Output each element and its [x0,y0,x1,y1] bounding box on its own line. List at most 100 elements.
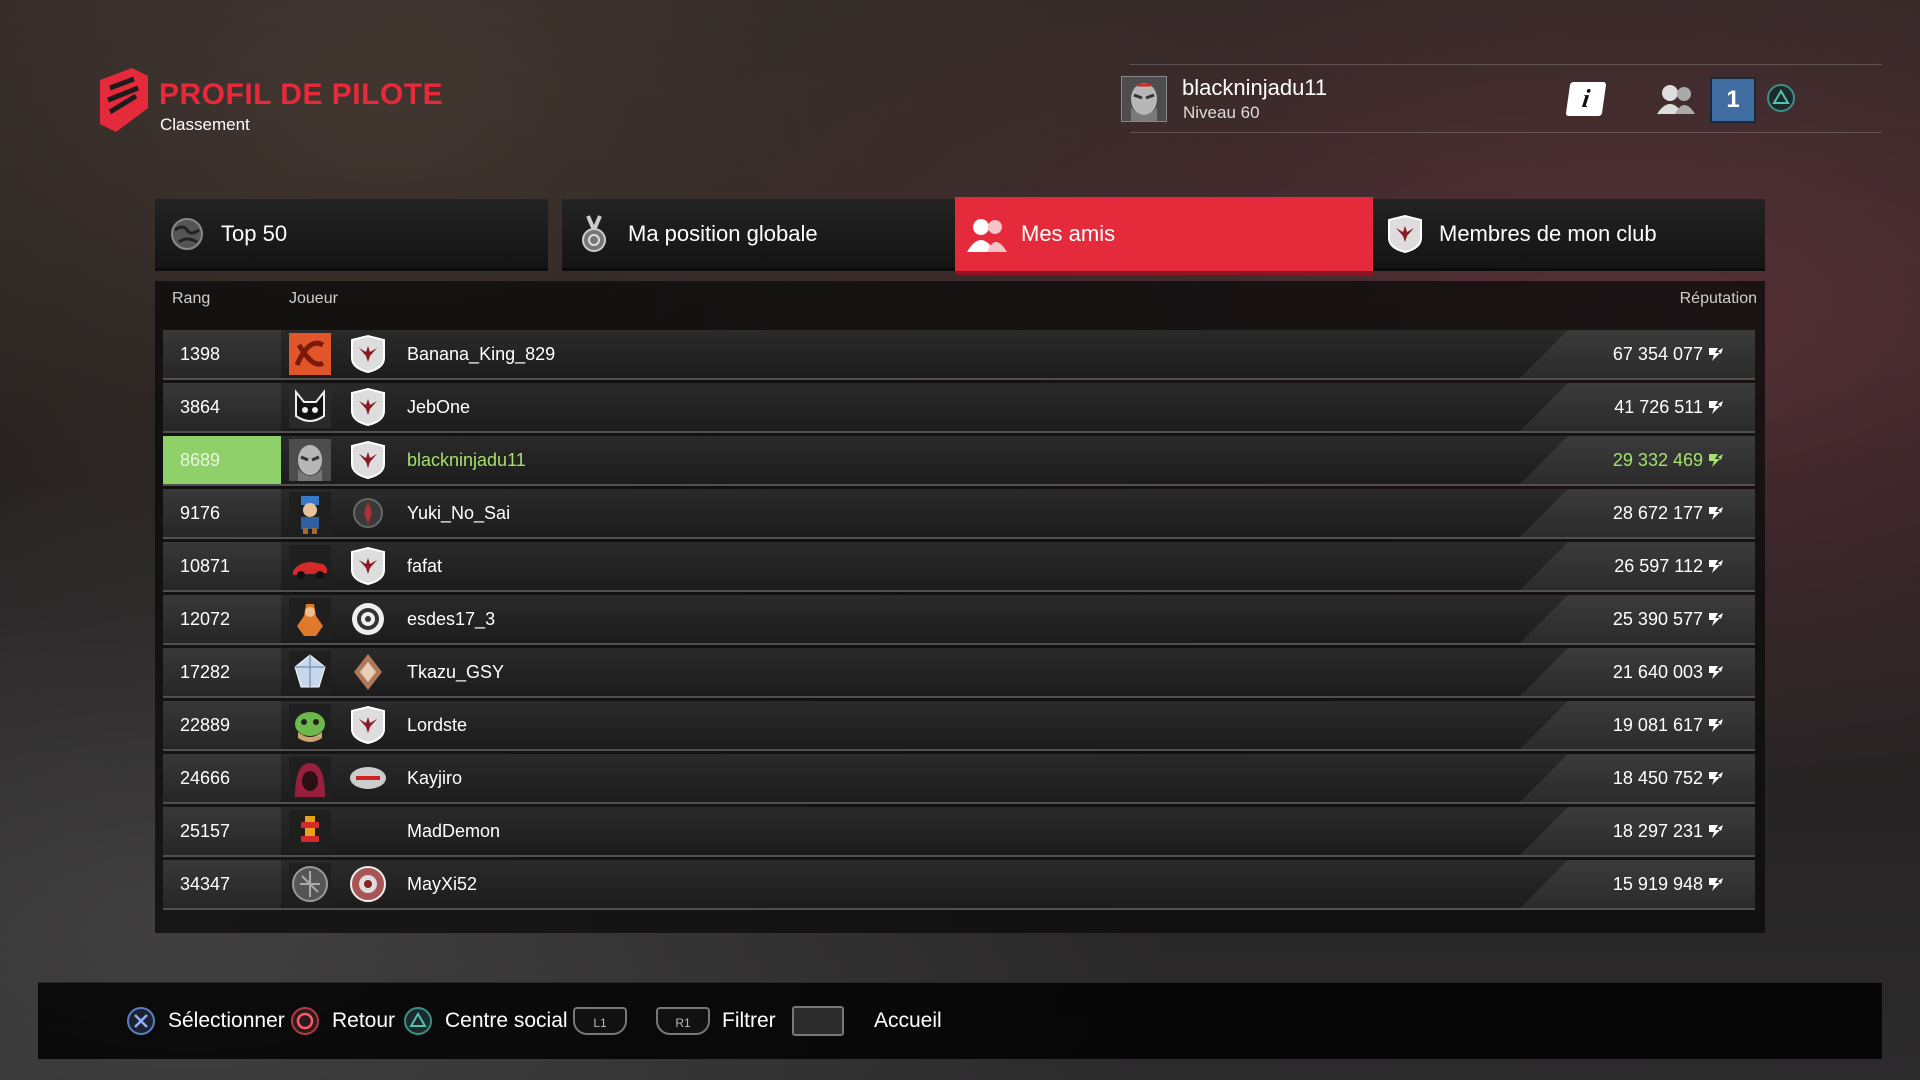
rank-cell: 25157 [163,807,281,855]
rank-cell: 3864 [163,383,281,431]
reputation-icon [1709,348,1723,361]
player-name: blackninjadu11 [407,450,526,470]
table-row[interactable]: 34347 MayXi52 15 919 948 [163,860,1755,910]
table-row[interactable]: 25157 MadDemon 18 297 231 [163,807,1755,857]
filter-prompt[interactable]: R1 Filtrer [656,983,776,1059]
triangle-button-icon [404,1007,432,1035]
reputation-icon [1709,560,1723,573]
globe-icon [171,217,203,250]
club-emblem-icon [351,546,385,586]
reputation-value: 19 081 617 [1612,715,1703,735]
tab-label: Mes amis [1021,221,1116,246]
rank-cell: 22889 [163,701,281,749]
tab-ma-position-globale[interactable]: Ma position globale [562,199,955,271]
reputation-value: 18 297 231 [1612,821,1703,841]
column-header-reputation: Réputation [1679,290,1757,307]
driveclub-logo-icon [100,68,148,132]
reputation-value: 41 726 511 [1614,397,1703,417]
reputation-icon [1709,401,1723,414]
column-header-rank: Rang [172,290,211,307]
player-name: Kayjiro [407,768,463,788]
reputation-icon [1709,454,1723,467]
rank-cell: 8689 [163,436,281,484]
table-row[interactable]: 8689 blackninjadu11 29 332 469 [163,436,1755,486]
reputation-icon [1709,719,1723,732]
rank-cell: 1398 [163,330,281,378]
player-name: JebOne [407,397,471,417]
player-avatar [289,810,331,852]
club-emblem-icon [352,603,384,635]
user-level: Niveau 60 [1183,103,1260,122]
rank-cell: 10871 [163,542,281,590]
tab-mes-amis[interactable]: Mes amis [955,197,1373,275]
home-label: Accueil [874,1009,942,1032]
reputation-value: 15 919 948 [1612,874,1703,894]
notification-count-badge[interactable]: 1 [1710,77,1756,123]
table-row[interactable]: 24666 Kayjiro 18 450 752 [163,754,1755,804]
reputation-icon [1709,878,1723,891]
reputation-icon [1709,507,1723,520]
club-emblem-icon [353,498,383,528]
club-emblem-icon [354,654,382,690]
reputation-icon [1709,666,1723,679]
l1-button-icon: L1 [573,1007,627,1035]
reputation-icon [1709,613,1723,626]
l1-prompt[interactable]: L1 [573,983,639,1059]
rank-cell: 12072 [163,595,281,643]
select-prompt[interactable]: Sélectionner [126,983,285,1059]
table-row[interactable]: 3864 JebOne 41 726 511 [163,383,1755,433]
r1-button-icon: R1 [656,1007,710,1035]
player-avatar [289,651,331,693]
player-name: Banana_King_829 [407,344,556,364]
club-emblem-icon [350,767,386,789]
home-prompt[interactable]: Accueil [792,983,942,1059]
cross-button-icon [127,1007,155,1035]
player-avatar [289,704,331,746]
user-avatar [1121,76,1167,122]
rank-cell: 17282 [163,648,281,696]
table-row[interactable]: 1398 Banana_King_829 67 354 077 [163,330,1755,380]
header-divider-bottom [1130,132,1882,133]
reputation-icon [1709,772,1723,785]
player-name: fafat [407,556,443,576]
triangle-button-icon[interactable] [1766,83,1796,113]
player-name: esdes17_3 [407,609,496,629]
online-players-icon[interactable] [1655,82,1697,116]
table-row[interactable]: 17282 Tkazu_GSY 21 640 003 [163,648,1755,698]
player-name: Lordste [407,715,468,735]
reputation-value: 21 640 003 [1612,662,1703,682]
table-row[interactable]: 9176 Yuki_No_Sai 28 672 177 [163,489,1755,539]
player-avatar [289,598,331,640]
page-title: PROFIL DE PILOTE [159,78,444,111]
filter-label: Filtrer [722,1009,776,1032]
tab-top-50[interactable]: Top 50 [155,199,548,271]
touchpad-button-icon [792,1006,844,1036]
reputation-icon [1709,825,1723,838]
reputation-value: 29 332 469 [1612,450,1703,470]
player-avatar [289,492,331,534]
club-emblem-icon [350,866,386,902]
tab-label: Ma position globale [628,220,818,246]
tab-label: Top 50 [221,220,288,246]
tab-membres-de-mon-club[interactable]: Membres de mon club [1373,199,1765,271]
table-row[interactable]: 10871 fafat 26 597 112 [163,542,1755,592]
reputation-value: 67 354 077 [1612,344,1703,364]
medal-icon [582,214,606,252]
player-avatar [289,757,331,799]
table-row[interactable]: 12072 esdes17_3 25 390 577 [163,595,1755,645]
social-label: Centre social [445,1009,568,1032]
back-prompt[interactable]: Retour [290,983,395,1059]
player-avatar [289,863,331,905]
reputation-value: 28 672 177 [1612,503,1703,523]
rank-cell: 24666 [163,754,281,802]
social-prompt[interactable]: Centre social [403,983,568,1059]
player-avatar [289,386,331,428]
info-icon[interactable]: i [1565,82,1607,116]
reputation-value: 18 450 752 [1612,768,1703,788]
player-avatar [289,545,331,587]
player-name: MadDemon [407,821,501,841]
player-name: Yuki_No_Sai [407,503,511,523]
reputation-value: 25 390 577 [1612,609,1703,629]
table-row[interactable]: 22889 Lordste 19 081 617 [163,701,1755,751]
button-prompt-bar: Sélectionner Retour Centre social L1 R1 … [38,982,1882,1059]
